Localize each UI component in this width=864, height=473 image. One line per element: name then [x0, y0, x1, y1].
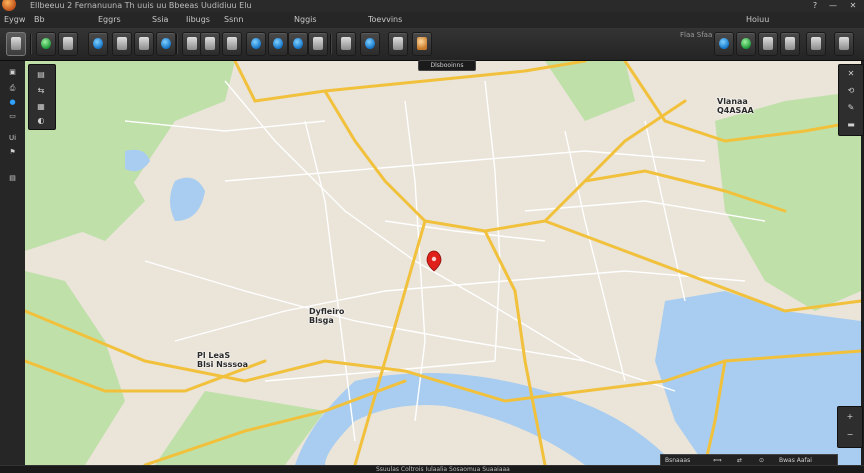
layers-right-icon [839, 37, 849, 50]
separator [30, 34, 31, 54]
left-panel-button[interactable]: ▭ [5, 111, 20, 121]
document-icon [187, 37, 197, 50]
right-float-button[interactable]: ▬ [843, 119, 859, 131]
menu-item[interactable]: Iibugs [186, 12, 210, 28]
refresh-tool-button[interactable] [360, 32, 380, 56]
globe-icon [41, 38, 51, 49]
grid-icon [785, 37, 795, 50]
help-button[interactable]: ? [808, 0, 822, 12]
left-panel-button[interactable]: ▤ [5, 173, 20, 183]
menu-item[interactable]: Toevvins [368, 12, 402, 28]
camera-icon [393, 37, 403, 50]
menu-item[interactable]: Nggis [294, 12, 317, 28]
satellite-tool-button[interactable] [714, 32, 734, 56]
left-panel-button[interactable]: ⎙ [5, 83, 20, 93]
pin-icon [93, 38, 103, 49]
map-place-label-1: Dyfleiro Blsga [309, 307, 345, 325]
gps-tool-button[interactable] [336, 32, 356, 56]
globe-tool-button[interactable] [36, 32, 56, 56]
gps-icon [341, 37, 351, 50]
separator [330, 34, 331, 54]
globe-right-tool-button[interactable] [736, 32, 756, 56]
map-tooltip: Dlsbooinns [418, 60, 476, 71]
layers-tool-button[interactable] [6, 32, 26, 56]
right-float-button[interactable]: ⟲ [843, 85, 859, 97]
measure-tool-button[interactable] [58, 32, 78, 56]
zoom-out-button[interactable]: − [842, 429, 858, 441]
window-title: Ellbeeuu 2 Fernanuuna Th uuis uu Bbeeas … [30, 1, 252, 10]
separator [176, 34, 177, 54]
flag-tool-button[interactable] [134, 32, 154, 56]
menu-item[interactable]: Hoiuu [746, 12, 769, 28]
left-floating-panel: ▤ ⇆ ▦ ◐ [28, 64, 56, 130]
route-icon [313, 37, 323, 50]
globe-right-icon [741, 38, 751, 49]
satellite-icon [719, 38, 729, 49]
refresh-icon [365, 38, 375, 49]
marker-icon [251, 38, 261, 49]
clipboard-icon [117, 37, 127, 50]
flag-icon [139, 37, 149, 50]
map-canvas[interactable] [25, 61, 861, 465]
left-panel: ▣ ⎙ ● ▭ Ui ⚑ ▤ [0, 61, 26, 465]
map-place-label-2: Pl LeaS Blsi Nsssoa [197, 351, 249, 369]
menu-item[interactable]: Ssnn [224, 12, 243, 28]
app-orb-icon[interactable] [2, 0, 16, 11]
folder-icon [205, 37, 215, 50]
right-float-button[interactable]: ✕ [843, 68, 859, 80]
pin-tool-button[interactable] [88, 32, 108, 56]
zoom-in-button[interactable]: + [842, 411, 858, 423]
water-tool-button[interactable] [288, 32, 308, 56]
camera-tool-button[interactable] [388, 32, 408, 56]
print-icon [811, 37, 821, 50]
drop-tool-button[interactable] [268, 32, 288, 56]
menu-item[interactable]: Ssia [152, 12, 168, 28]
layers-icon [11, 37, 21, 50]
left-panel-button[interactable]: ⚑ [5, 147, 20, 157]
tool-tool-button[interactable] [222, 32, 242, 56]
left-panel-button[interactable]: ▣ [5, 67, 20, 77]
marker-tool-button[interactable] [246, 32, 266, 56]
left-float-button[interactable]: ◐ [33, 115, 49, 127]
close-button[interactable]: ✕ [846, 0, 860, 12]
map-view[interactable]: Vlanaa Q4ASAA Dyfleiro Blsga Pl LeaS Bls… [25, 61, 861, 465]
bucket-tool-button[interactable] [412, 32, 432, 56]
menu-bar: Eygw Bb Eggrs Ssia Iibugs Ssnn Nggis Toe… [0, 12, 864, 29]
left-float-button[interactable]: ▤ [33, 69, 49, 81]
left-float-button[interactable]: ⇆ [33, 85, 49, 97]
route-tool-button[interactable] [308, 32, 328, 56]
minimize-button[interactable]: — [826, 0, 840, 12]
water-icon [293, 38, 303, 49]
bucket-icon [417, 37, 427, 50]
folder-tool-button[interactable] [200, 32, 220, 56]
left-panel-button[interactable]: Ui [5, 133, 20, 143]
compass-icon [763, 37, 773, 50]
right-float-button[interactable]: ✎ [843, 102, 859, 114]
tool-icon [227, 37, 237, 50]
menu-item[interactable]: Eygw [4, 12, 25, 28]
menu-item[interactable]: Bb [34, 12, 45, 28]
drop-icon [273, 38, 283, 49]
left-float-button[interactable]: ▦ [33, 101, 49, 113]
clipboard-tool-button[interactable] [112, 32, 132, 56]
document-tool-button[interactable] [182, 32, 202, 56]
ruler-tool-button[interactable] [156, 32, 176, 56]
measure-icon [63, 37, 73, 50]
layers-right-tool-button[interactable] [834, 32, 854, 56]
compass-tool-button[interactable] [758, 32, 778, 56]
ruler-icon [161, 38, 171, 49]
right-floating-panel: ✕ ⟲ ✎ ▬ [838, 64, 864, 136]
menu-item[interactable]: Eggrs [98, 12, 121, 28]
print-tool-button[interactable] [806, 32, 826, 56]
toolbar-label: Flaa Sfaa [680, 31, 713, 39]
toolbar: Flaa Sfaa [0, 28, 864, 61]
zoom-control: + − [837, 406, 863, 448]
grid-tool-button[interactable] [780, 32, 800, 56]
map-place-label-0: Vlanaa Q4ASAA [717, 97, 754, 115]
left-panel-button[interactable]: ● [5, 97, 20, 107]
